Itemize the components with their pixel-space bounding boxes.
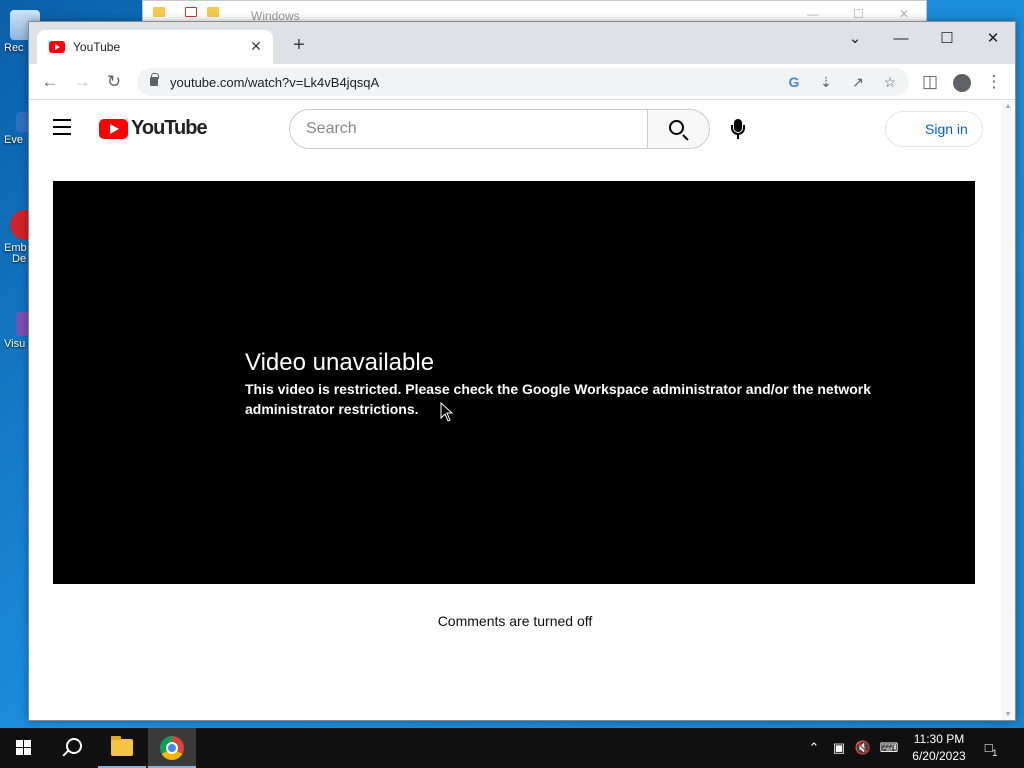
taskbar: ⌃ ▣ 🔇 ⌨ 11:30 PM 6/20/2023 □ 1 [0,728,1024,768]
youtube-page: YouTube Search Sign in Video unavailable… [29,101,1015,720]
youtube-favicon-icon [49,41,65,53]
url-text[interactable]: youtube.com/watch?v=Lk4vB4jqsqA [170,75,379,90]
close-button[interactable]: ✕ [973,26,1013,54]
comments-status: Comments are turned off [437,613,593,629]
reload-button[interactable]: ↻ [101,69,127,95]
notification-count: 1 [992,748,998,758]
video-player[interactable]: Video unavailable This video is restrict… [53,181,975,584]
sign-in-label: Sign in [925,121,968,137]
taskbar-file-explorer[interactable] [98,728,146,768]
share-icon[interactable]: ↗ [847,71,869,93]
minimize-icon[interactable]: — [807,7,819,21]
scroll-down-arrow-icon[interactable]: ▼ [1004,711,1012,718]
scrollbar[interactable]: ▲ ▼ [1001,101,1015,720]
taskbar-chrome[interactable] [148,728,196,768]
search-icon [66,738,82,754]
chrome-icon [160,736,184,760]
tab-youtube[interactable]: YouTube ✕ [37,30,273,64]
install-app-icon[interactable]: ⇣ [815,71,837,93]
google-lens-icon[interactable]: G [783,71,805,93]
error-title: Video unavailable [245,349,435,376]
search-button[interactable] [647,109,710,149]
youtube-logo-text: YouTube [131,117,208,139]
side-panel-icon[interactable]: ◫ [917,69,943,95]
volume-muted-icon[interactable]: 🔇 [852,728,874,768]
show-hidden-icons-chevron-icon[interactable]: ⌃ [804,728,824,768]
clock-date: 6/20/2023 [912,749,966,763]
taskbar-search-button[interactable] [48,728,96,768]
profile-avatar-icon[interactable] [949,69,975,95]
lock-icon[interactable] [150,73,159,86]
youtube-play-icon [99,119,128,139]
error-message: This video is restricted. Please check t… [245,381,872,417]
youtube-header: YouTube Search Sign in [29,101,1001,157]
voice-search-microphone-icon[interactable] [727,115,751,143]
windows-logo-icon [16,740,32,756]
bookmark-star-icon[interactable]: ☆ [879,71,901,93]
menu-kebab-icon[interactable]: ⋮ [981,69,1007,95]
sign-in-button[interactable]: Sign in [885,111,983,147]
search-icon [669,120,684,135]
search-placeholder: Search [306,120,357,137]
new-folder-icon [207,7,219,17]
hamburger-menu-icon[interactable] [53,119,77,137]
close-icon[interactable]: ✕ [899,7,909,21]
tab-close-icon[interactable]: ✕ [247,37,265,55]
forward-button[interactable]: → [69,69,95,95]
tab-strip: YouTube ✕ + ⌄ — ☐ ✕ [29,22,1015,64]
browser-window: YouTube ✕ + ⌄ — ☐ ✕ ← → ↻ youtube.com/wa… [28,21,1016,721]
minimize-button[interactable]: — [881,26,921,54]
back-button[interactable]: ← [37,69,63,95]
maximize-icon[interactable]: ☐ [853,7,864,21]
scroll-up-arrow-icon[interactable]: ▲ [1004,103,1012,110]
action-center-button[interactable]: □ 1 [980,728,1006,768]
new-tab-button[interactable]: + [287,34,311,58]
tab-title: YouTube [73,40,121,54]
background-explorer-window[interactable]: Windows — ☐ ✕ [142,0,927,23]
address-bar[interactable]: youtube.com/watch?v=Lk4vB4jqsqA G ⇣ ↗ ☆ [137,68,909,96]
maximize-button[interactable]: ☐ [927,26,967,54]
touch-keyboard-icon[interactable]: ⌨ [876,728,902,768]
browser-toolbar: ← → ↻ youtube.com/watch?v=Lk4vB4jqsqA G … [29,64,1015,100]
tab-search-button[interactable]: ⌄ [835,26,875,54]
search-input[interactable]: Search [289,109,647,149]
file-explorer-icon [111,736,133,756]
clock[interactable]: 11:30 PM 6/20/2023 [900,731,978,765]
properties-icon [185,7,197,17]
account-icon [898,120,916,138]
folder-icon [153,7,165,17]
start-button[interactable] [0,728,48,768]
clock-time: 11:30 PM [913,732,965,746]
network-icon[interactable]: ▣ [828,728,850,768]
